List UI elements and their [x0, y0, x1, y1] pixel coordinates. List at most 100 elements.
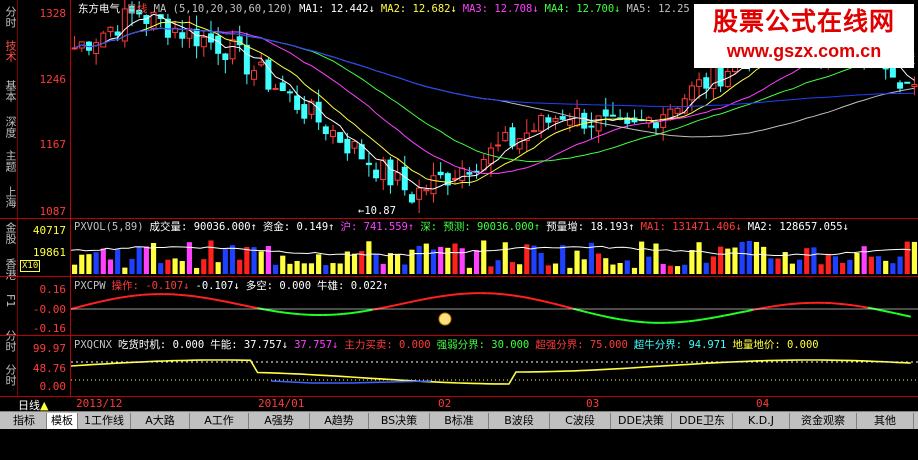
candle-body — [911, 84, 918, 88]
oscillator-segment — [709, 316, 718, 320]
volume-header: PXVOL(5,89) 成交量: 90036.000↑ 资金: 0.149↑ 沪: 7… — [74, 219, 855, 234]
ma-values-item: MA4: 12.700↓ — [544, 3, 621, 15]
tab-3[interactable]: A大路 — [131, 413, 190, 429]
volume-bar — [100, 248, 106, 274]
oscillator-segment — [745, 308, 754, 313]
candle-body — [437, 171, 444, 176]
oscillator-segment — [616, 317, 624, 321]
volume-bar — [366, 241, 372, 274]
qc-header-item: 地量地价: 0.000 — [732, 339, 819, 351]
tab-6[interactable]: A趋势 — [310, 413, 369, 429]
volume-bar — [796, 259, 803, 274]
candle-body — [294, 95, 301, 110]
left-tab-0[interactable]: 分时 — [0, 6, 17, 28]
qc-header-item: 强弱分界: 30.000 — [436, 339, 530, 351]
tab-14[interactable]: 资金观察 — [790, 413, 857, 429]
volume-bar — [409, 249, 415, 274]
oscillator-segment — [494, 292, 502, 296]
oscillator-segment — [544, 300, 553, 305]
pxcpw-header: PXCPW 操作: -0.107↓ -0.107↓ 多空: 0.000 牛雄: 0.02… — [74, 278, 395, 293]
volume-bar — [301, 263, 307, 274]
oscillator-segment — [228, 301, 237, 305]
tab-4[interactable]: A工作 — [190, 413, 249, 429]
oscillator-segment — [530, 297, 538, 301]
candle-body — [243, 44, 250, 75]
volume-bar — [911, 241, 917, 274]
oscillator-segment — [92, 300, 100, 305]
oscillator-segment — [587, 311, 596, 316]
oscillator-segment — [451, 293, 459, 296]
candle-body — [408, 194, 415, 203]
oscillator-segment — [609, 316, 617, 320]
period-label[interactable]: 日线 — [126, 3, 147, 15]
left-tab-6[interactable]: 金股 — [0, 222, 17, 244]
oscillator-segment — [860, 305, 868, 309]
volume-bar — [194, 267, 200, 274]
volume-bar — [466, 267, 472, 274]
volume-bar — [517, 264, 523, 274]
volume-bar — [158, 263, 164, 274]
tab-10[interactable]: C波段 — [550, 413, 611, 429]
date-label: 03 — [586, 397, 600, 410]
left-tab-10[interactable]: 分时 — [0, 364, 17, 386]
volume-bar — [624, 260, 630, 274]
left-tab-9[interactable]: 分时 — [0, 330, 17, 352]
left-tab-8[interactable]: F1 — [0, 294, 17, 307]
qcnx-blue-segment — [270, 380, 432, 384]
tab-12[interactable]: DDE卫东 — [672, 413, 733, 429]
tab-2[interactable]: 1工作线 — [78, 413, 131, 429]
volume-bar — [883, 260, 889, 274]
left-tab-4[interactable]: 主题 — [0, 150, 17, 172]
oscillator-segment — [250, 305, 258, 310]
left-tab-3[interactable]: 深度 — [0, 116, 17, 138]
oscillator-segment — [379, 306, 388, 310]
volume-bar — [653, 243, 659, 274]
oscillator-segment — [838, 302, 847, 306]
volume-bar — [631, 267, 638, 274]
volume-bar — [323, 265, 329, 274]
candle-body — [329, 130, 336, 138]
volume-bar — [308, 263, 315, 274]
volume-bar — [107, 259, 114, 274]
tab-5[interactable]: A强势 — [249, 413, 310, 429]
stock-name: 东方电气 — [78, 3, 120, 15]
tab-11[interactable]: DDE决策 — [611, 413, 672, 429]
oscillator-segment — [393, 302, 402, 307]
oscillator-segment — [336, 312, 344, 316]
tab-1[interactable]: 模板 — [47, 413, 78, 429]
oscillator-segment — [99, 299, 108, 303]
vol-header-item: PXVOL(5,89) — [74, 221, 144, 233]
volume-bar — [639, 241, 645, 274]
volume-bar — [560, 245, 566, 274]
volume-bar — [567, 267, 573, 274]
tab-7[interactable]: BS决策 — [369, 413, 430, 429]
left-tab-1[interactable]: 技术 — [0, 40, 17, 62]
tab-15[interactable]: 其他 — [857, 413, 914, 429]
oscillator-segment — [788, 302, 797, 306]
tab-9[interactable]: B波段 — [489, 413, 550, 429]
cw-label-2: -0.00 — [32, 303, 66, 316]
volume-bar — [739, 241, 745, 274]
tab-8[interactable]: B标准 — [430, 413, 489, 429]
oscillator-segment — [200, 296, 208, 300]
left-tab-5[interactable]: 上海 — [0, 186, 17, 208]
date-label: 02 — [438, 397, 452, 410]
candle-body — [365, 162, 372, 166]
volume-bar — [847, 259, 853, 274]
pxqcnx-header: PXQCNX 吃货时机: 0.000 牛能: 37.757↓ 37.757↓ 主力买卖:… — [74, 337, 825, 352]
left-tab-2[interactable]: 基本 — [0, 80, 17, 102]
tab-13[interactable]: K.D.J — [733, 413, 790, 429]
qc-header-item: 37.757↓ — [294, 339, 339, 351]
qc-header-item: 超强分界: 75.000 — [535, 339, 628, 351]
vol-header-item: MA1: 131471.406↓ — [640, 221, 742, 233]
indicator-tab-bar: 指标 模板 1工作线 A大路 A工作 A强势 A趋势 BS决策 B标准 B波段 C波段 DDE决策 DD… — [0, 411, 918, 430]
volume-bar — [674, 266, 681, 274]
tab-0[interactable]: 指标 — [2, 413, 47, 429]
oscillator-segment — [716, 314, 725, 318]
oscillator-segment — [357, 310, 366, 314]
oscillator-segment — [831, 302, 840, 305]
cw-header-item: 牛雄: 0.022↑ — [317, 280, 389, 292]
oscillator-segment — [688, 319, 696, 323]
candle-body — [530, 130, 537, 133]
volume-bar — [552, 263, 559, 274]
